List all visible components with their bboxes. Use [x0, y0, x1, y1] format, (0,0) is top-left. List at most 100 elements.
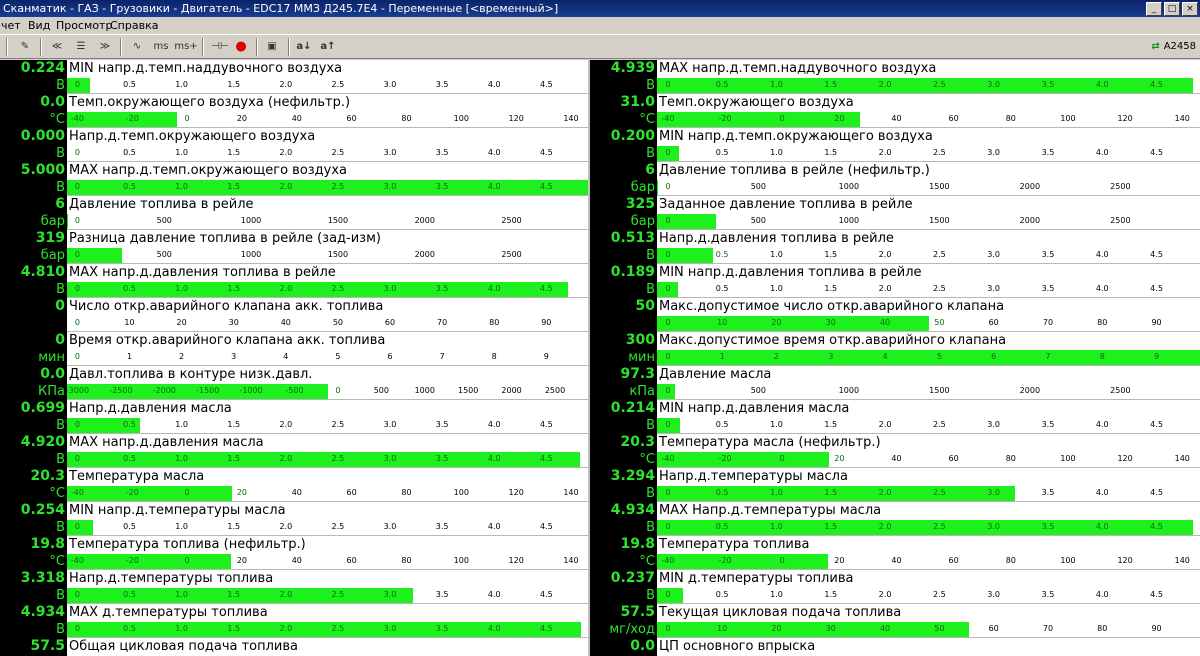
- wave-icon[interactable]: ∿: [126, 38, 148, 56]
- close-button[interactable]: ×: [1182, 2, 1198, 16]
- scale-tick-label: 10: [717, 624, 728, 633]
- parameter-unit: В: [56, 520, 65, 535]
- scale-tick-label: 1.5: [824, 590, 838, 599]
- menu-item-view[interactable]: Вид: [28, 17, 50, 34]
- scale-tick-label: 3.0: [383, 284, 397, 293]
- scale-tick-label: 4.0: [487, 522, 501, 531]
- menu-item-report[interactable]: чет: [1, 17, 21, 34]
- parameter-row[interactable]: 0.200 В MIN напр.д.темп.окружающего воздух…: [590, 128, 1200, 162]
- parameter-value: 20.3: [30, 468, 65, 484]
- scale-tick-label: 8: [491, 352, 497, 361]
- parameter-row[interactable]: 0.214 В MIN напр.д.давления масла 0 0.5 1.0 1.…: [590, 400, 1200, 434]
- parameter-row[interactable]: 0.189 В MIN напр.д.давления топлива в рейл…: [590, 264, 1200, 298]
- minimize-button[interactable]: _: [1146, 2, 1162, 16]
- parameter-row[interactable]: 6 бар Давление топлива в рейле (нефильтр.)…: [590, 162, 1200, 196]
- parameter-row[interactable]: 50 Макс.допустимое число откр.аварийного …: [590, 298, 1200, 332]
- value-box: 0 мин: [0, 332, 67, 366]
- scale-tick-label: 10: [717, 318, 728, 327]
- parameter-row[interactable]: 4.934 В MAX д.температуры топлива 0 0.5 1.0 1.…: [0, 604, 588, 638]
- parameter-label: Текущая цикловая подача топлива: [659, 605, 902, 620]
- parameter-value: 19.8: [30, 536, 65, 552]
- parameter-row[interactable]: 0.0 °С Темп.окружающего воздуха (нефильтр.…: [0, 94, 588, 128]
- parameter-row[interactable]: 0.699 В Напр.д.давления масла 0 0.5 1.0 1.5 2.0…: [0, 400, 588, 434]
- maximize-button[interactable]: □: [1164, 2, 1180, 16]
- parameter-row[interactable]: 97.3 кПа Давление масла 0 500 1000 1500 2000 250…: [590, 366, 1200, 400]
- probe-icon[interactable]: ⊣⊢: [208, 38, 232, 56]
- scale-tick-label: 40: [891, 556, 902, 565]
- scale-tick-label: 3.0: [987, 522, 1001, 531]
- parameter-row[interactable]: 0.237 В MIN д.температуры топлива 0 0.5 1.0 1.…: [590, 570, 1200, 604]
- scale-tick-label: 1.0: [770, 80, 783, 89]
- parameter-value: 4.920: [20, 434, 65, 450]
- parameter-row[interactable]: 4.920 В MAX напр.д.давления масла 0 0.5 1.0 1.…: [0, 434, 588, 468]
- scale-tick-label: 2000: [414, 216, 435, 225]
- parameter-row[interactable]: 0.0ЦП основного впрыска01020304050607080…: [590, 638, 1200, 656]
- scale-tick-label: 2.5: [331, 624, 345, 633]
- parameter-row[interactable]: 57.5Общая цикловая подача топлива0102030…: [0, 638, 588, 656]
- scale-tick-label: 1.5: [227, 80, 241, 89]
- record-icon[interactable]: ●: [232, 38, 250, 56]
- parameter-row[interactable]: 6 бар Давление топлива в рейле 0 500 1000 1500…: [0, 196, 588, 230]
- parameter-row[interactable]: 0.000 В Напр.д.темп.окружающего воздуха 0 0.…: [0, 128, 588, 162]
- parameter-row[interactable]: 19.8 °С Температура топлива (нефильтр.) -40…: [0, 536, 588, 570]
- menu-item-help[interactable]: Справка: [110, 17, 158, 34]
- parameter-unit: °С: [49, 554, 65, 569]
- parameter-row[interactable]: 0.0 КПа Давл.топлива в контуре низк.давл. -…: [0, 366, 588, 400]
- level-bar: [657, 520, 1193, 535]
- parameter-row[interactable]: 0.224 В MIN напр.д.темп.наддувочного возду…: [0, 60, 588, 94]
- parameter-row[interactable]: 4.810 В MAX напр.д.давления топлива в рейл…: [0, 264, 588, 298]
- scale-tick-label: 1: [126, 352, 133, 361]
- scale-tick-label: 4.5: [1150, 148, 1163, 157]
- scale-tick-label: -3000: [67, 386, 90, 395]
- parameter-row[interactable]: 0 мин Время откр.аварийного клапана акк. т…: [0, 332, 588, 366]
- scale-tick-label: -20: [718, 556, 732, 565]
- menu-item-browse[interactable]: Просмотр: [56, 17, 112, 34]
- parameter-value: 3.318: [20, 570, 65, 586]
- level-bar: [67, 554, 231, 569]
- parameter-row[interactable]: 0.254 В MIN напр.д.температуры масла 0 0.5 1.…: [0, 502, 588, 536]
- parameter-row[interactable]: 325 бар Заданное давление топлива в рейле 0…: [590, 196, 1200, 230]
- parameter-row[interactable]: 31.0 °С Темп.окружающего воздуха -40 -20 0 20 4…: [590, 94, 1200, 128]
- parameter-row[interactable]: 319 бар Разница давление топлива в рейле (…: [0, 230, 588, 264]
- scale-tick-label: 3.0: [987, 420, 1001, 429]
- ms-plus-icon[interactable]: ms+: [174, 38, 198, 56]
- parameter-row[interactable]: 0 Число откр.аварийного клапана акк. топл…: [0, 298, 588, 332]
- parameter-row[interactable]: 57.5 мг/ход Текущая цикловая подача топлив…: [590, 604, 1200, 638]
- ms-icon[interactable]: ms: [150, 38, 172, 56]
- rewind-icon[interactable]: ≪: [46, 38, 68, 56]
- parameter-row[interactable]: 19.8 °С Температура топлива -40 -20 0 20 40 60 80…: [590, 536, 1200, 570]
- scale-tick-label: 1.0: [175, 148, 188, 157]
- parameter-row[interactable]: 4.934 В MAX Напр.д.температуры масла 0 0.5 1.…: [590, 502, 1200, 536]
- parameter-label: Разница давление топлива в рейле (зад-из…: [69, 231, 381, 246]
- forward-icon[interactable]: ≫: [94, 38, 116, 56]
- scale-tick-label: 0: [184, 556, 190, 565]
- scale-tick-label: 0: [665, 80, 671, 89]
- edit-icon[interactable]: ✎: [14, 38, 36, 56]
- scale-tick-label: 3.5: [435, 454, 449, 463]
- scale-tick-label: 4.0: [1095, 488, 1109, 497]
- parameter-row[interactable]: 300 мин Макс.допустимое время откр.аварийн…: [590, 332, 1200, 366]
- font-decrease-icon[interactable]: a↓: [294, 38, 314, 56]
- save-icon[interactable]: ▣: [262, 38, 282, 56]
- parameter-row[interactable]: 3.318 В Напр.д.температуры топлива 0 0.5 1.0 1…: [0, 570, 588, 604]
- parameter-row[interactable]: 0.513 В Напр.д.давления топлива в рейле 0 0.…: [590, 230, 1200, 264]
- parameter-label: Темп.окружающего воздуха (нефильтр.): [69, 95, 351, 110]
- scale-tick-label: 500: [156, 250, 172, 259]
- parameter-label: Давл.топлива в контуре низк.давл.: [69, 367, 313, 382]
- scale-tick-label: 4.5: [1150, 590, 1163, 599]
- parameter-row[interactable]: 20.3 °С Температура масла -40 -20 0 20 40 60 80 10…: [0, 468, 588, 502]
- scale-tick-label: 40: [891, 114, 902, 123]
- list-icon[interactable]: ☰: [70, 38, 92, 56]
- parameter-row[interactable]: 20.3 °С Температура масла (нефильтр.) -40 -2…: [590, 434, 1200, 468]
- scale-tick-label: 90: [1151, 318, 1162, 327]
- parameter-unit: мг/ход: [609, 622, 655, 637]
- parameter-unit: В: [646, 78, 655, 93]
- parameter-row[interactable]: 5.000 В MAX напр.д.темп.окружающего воздух…: [0, 162, 588, 196]
- font-increase-icon[interactable]: a↑: [318, 38, 338, 56]
- parameter-row[interactable]: 3.294 В Напр.д.температуры масла 0 0.5 1.0 1.5…: [590, 468, 1200, 502]
- scale-tick-label: 50: [934, 624, 945, 633]
- parameter-row[interactable]: 4.939 В MAX напр.д.темп.наддувочного возду…: [590, 60, 1200, 94]
- scale-tick-label: 2.5: [331, 182, 345, 191]
- parameter-value: 300: [625, 332, 655, 348]
- parameter-value: 4.934: [610, 502, 655, 518]
